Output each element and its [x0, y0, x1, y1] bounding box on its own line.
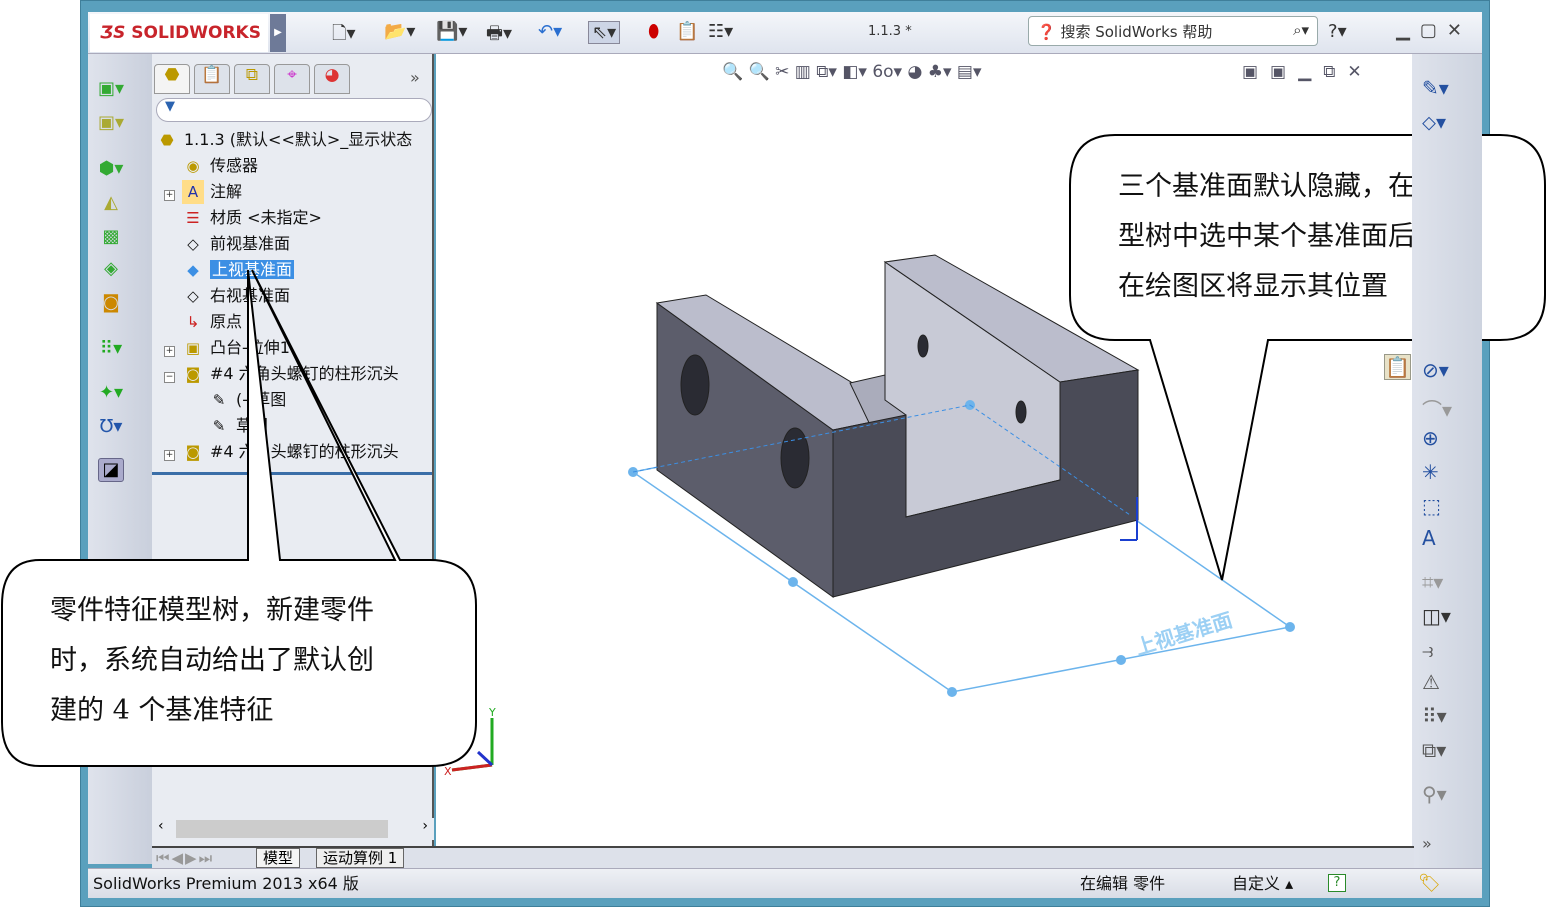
callout-line: 零件特征模型树，新建零件: [50, 595, 374, 626]
product-label: SolidWorks Premium 2013 x64 版: [93, 874, 359, 893]
left-callout-text: 零件特征模型树，新建零件 时，系统自动给出了默认创 建的 4 个基准特征: [50, 586, 374, 736]
axis-x-label: X: [444, 765, 452, 778]
polygon-icon[interactable]: ⊕: [1422, 426, 1439, 450]
command-manager-right: ✎▾ ⬦▾ 📋 ⊘▾ ⌒▾ ⊕ ✳ ⬚ A ⌗▾ ◫▾ ⥽ ⚠ ⠿▾ ⧉▾ ⚲▾…: [1384, 54, 1482, 869]
hole: [680, 354, 710, 416]
point-icon[interactable]: ✳: [1422, 460, 1439, 484]
tab-model[interactable]: 模型: [256, 848, 301, 868]
centerline-icon[interactable]: ⬚: [1422, 494, 1441, 518]
mirror-icon[interactable]: ⚠: [1422, 670, 1440, 694]
tag-icon[interactable]: 🏷: [1418, 869, 1441, 899]
trim-icon[interactable]: ⌗▾: [1422, 570, 1443, 594]
tab-motion-study[interactable]: 运动算例 1: [316, 848, 405, 868]
units-label: 自定义: [1232, 874, 1281, 893]
circle-icon[interactable]: ⊘▾: [1422, 358, 1449, 382]
callout-line: 建的 4 个基准特征: [50, 695, 274, 726]
arc-icon[interactable]: ⌒▾: [1422, 394, 1452, 423]
part-body[interactable]: [655, 254, 1140, 598]
offset-icon[interactable]: ⥽: [1422, 638, 1433, 662]
hole: [1015, 400, 1027, 424]
model-svg: Y X 上视基准面: [0, 134, 1546, 778]
callout-line: 在绘图区将显示其位置: [1118, 271, 1388, 302]
bottom-tab-bar: ⏮◀▶⏭ 模型 运动算例 1: [152, 846, 1414, 868]
tab-scroll-buttons[interactable]: ⏮◀▶⏭: [156, 849, 214, 867]
hole: [780, 427, 810, 489]
right-callout-text: 三个基准面默认隐藏，在模 型树中选中某个基准面后， 在绘图区将显示其位置: [1118, 162, 1442, 312]
sketch-icon[interactable]: ✎▾: [1422, 76, 1449, 100]
convert-icon[interactable]: ◫▾: [1422, 604, 1451, 628]
editing-status: 在编辑 零件: [1080, 874, 1166, 893]
quick-tips-button[interactable]: ?: [1328, 874, 1346, 892]
status-bar: SolidWorks Premium 2013 x64 版 在编辑 零件 自定义…: [88, 868, 1482, 898]
property-icon[interactable]: 📋: [1384, 354, 1411, 380]
callout-line: 型树中选中某个基准面后，: [1118, 221, 1442, 252]
hole: [917, 334, 929, 358]
repair-icon[interactable]: ⚲▾: [1422, 782, 1447, 806]
text-icon[interactable]: A: [1422, 526, 1436, 550]
callout-line: 三个基准面默认隐藏，在模: [1118, 171, 1442, 202]
smart-dimension-icon[interactable]: ⬦▾: [1422, 110, 1446, 134]
linear-pattern-icon[interactable]: ⠿▾: [1422, 704, 1447, 728]
units-selector[interactable]: 自定义 ▴: [1232, 869, 1293, 899]
move-icon[interactable]: ⧉▾: [1422, 738, 1446, 762]
callout-line: 时，系统自动给出了默认创: [50, 645, 374, 676]
plane-label: 上视基准面: [1132, 608, 1235, 660]
more-tools-icon[interactable]: »: [1422, 834, 1432, 853]
axis-y-label: Y: [488, 706, 496, 719]
